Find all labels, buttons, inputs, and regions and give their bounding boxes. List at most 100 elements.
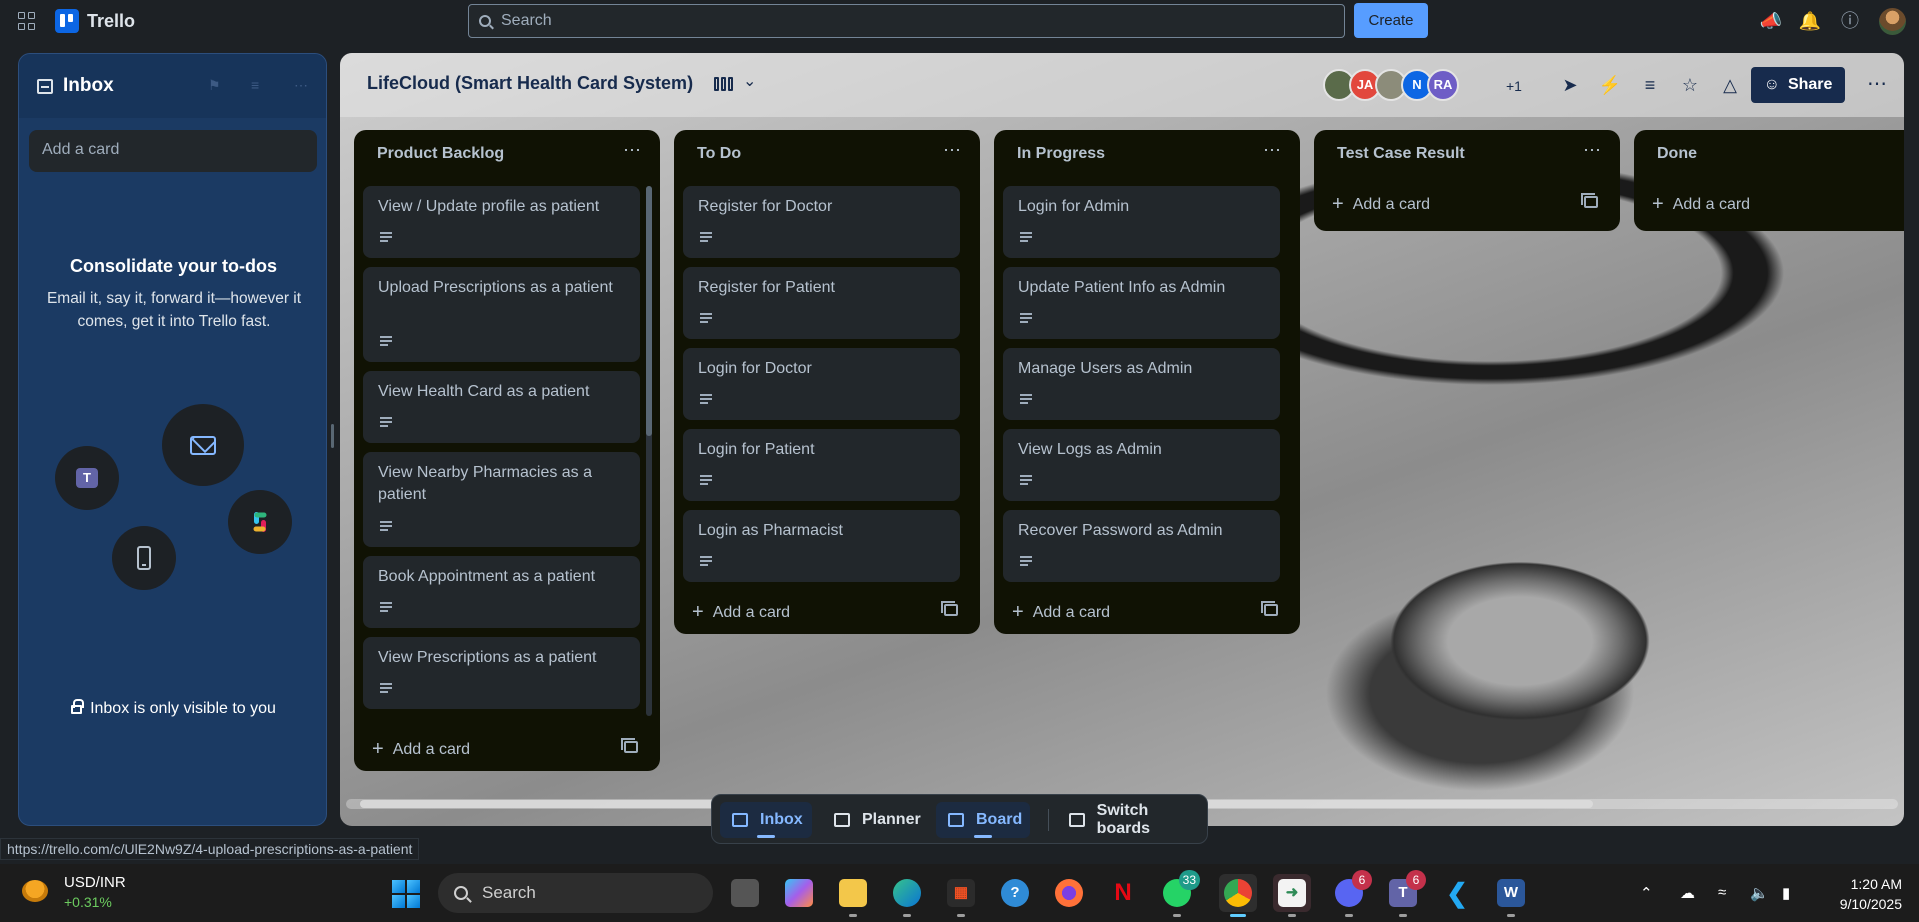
board-view-icon[interactable] [714, 77, 734, 91]
card[interactable]: View Health Card as a patient [363, 371, 640, 443]
card-title: Login for Admin [1018, 198, 1130, 215]
switcher-switch-boards[interactable]: Switch boards [1057, 802, 1203, 838]
list-title[interactable]: To Do [697, 145, 741, 163]
list-title[interactable]: In Progress [1017, 145, 1105, 163]
board-canvas: LifeCloud (Smart Health Card System) ⌄ J… [340, 53, 1904, 826]
members-overflow-count[interactable]: +1 [1506, 78, 1522, 94]
search-box[interactable] [468, 4, 1345, 38]
list-menu-icon[interactable]: ⋯ [623, 140, 642, 161]
card[interactable]: Book Appointment as a patient [363, 556, 640, 628]
add-card-button[interactable]: + Add a card [1332, 192, 1430, 215]
card-template-icon[interactable] [941, 601, 958, 616]
card[interactable]: View / Update profile as patient [363, 186, 640, 258]
word-icon[interactable]: W [1492, 874, 1530, 917]
add-card-button[interactable]: + Add a card [1652, 192, 1750, 215]
list-scrollbar[interactable] [646, 186, 652, 716]
card[interactable]: Login for Patient [683, 429, 960, 501]
list-title[interactable]: Test Case Result [1337, 145, 1465, 163]
card-template-icon[interactable] [621, 738, 638, 753]
chrome-icon[interactable] [1219, 874, 1257, 917]
member-avatar-ra[interactable]: RA [1427, 69, 1459, 101]
card-title: Upload Prescriptions as a patient [378, 279, 613, 296]
firefox-icon[interactable] [1050, 874, 1088, 912]
create-button[interactable]: Create [1354, 3, 1428, 38]
taskbar-search[interactable]: Search [438, 873, 713, 913]
volume-icon[interactable]: 🔈 [1750, 884, 1769, 902]
netflix-icon[interactable]: N [1104, 874, 1142, 912]
microsoft-store-icon[interactable]: ▦ [942, 874, 980, 917]
help-app-icon[interactable]: ? [996, 874, 1034, 912]
wifi-icon[interactable]: ≈ [1718, 884, 1726, 901]
visibility-icon[interactable]: △ [1718, 73, 1742, 97]
file-explorer-icon[interactable] [834, 874, 872, 917]
trello-logo[interactable]: Trello [55, 9, 135, 33]
card[interactable]: Recover Password as Admin [1003, 510, 1280, 582]
onedrive-icon[interactable]: ☁ [1680, 884, 1695, 902]
more-options-icon[interactable]: ⋯ [294, 78, 310, 92]
discord-icon[interactable]: 6 [1330, 870, 1372, 917]
clock[interactable]: 1:20 AM 9/10/2025 [1826, 874, 1902, 914]
list-menu-icon[interactable]: ⋯ [943, 140, 962, 161]
list-menu-icon[interactable]: ⋯ [1583, 140, 1602, 161]
feedback-icon[interactable]: ⚑ [208, 78, 224, 92]
card-template-icon[interactable] [1581, 193, 1598, 208]
teams-icon[interactable]: T6 [1384, 870, 1426, 917]
card[interactable]: Manage Users as Admin [1003, 348, 1280, 420]
panel-resize-handle[interactable] [331, 424, 334, 448]
card[interactable]: Login for Admin [1003, 186, 1280, 258]
task-view-icon[interactable] [726, 874, 764, 912]
edge-icon[interactable] [888, 874, 926, 917]
power-ups-rocket-icon[interactable]: ➤ [1558, 73, 1582, 97]
board-menu-icon[interactable]: ⋯ [1867, 71, 1888, 96]
account-avatar[interactable] [1879, 8, 1906, 35]
app-switcher-icon[interactable] [18, 12, 36, 30]
card[interactable]: Upload Prescriptions as a patient [363, 267, 640, 362]
card[interactable]: Register for Doctor [683, 186, 960, 258]
megaphone-icon[interactable]: 📣 [1759, 9, 1783, 33]
card-title: View / Update profile as patient [378, 198, 600, 215]
board-title[interactable]: LifeCloud (Smart Health Card System) [367, 73, 693, 94]
card-template-icon[interactable] [1261, 601, 1278, 616]
add-card-button[interactable]: + Add a card [372, 737, 470, 760]
card[interactable]: Login for Doctor [683, 348, 960, 420]
app-switch-icon[interactable]: ➜ [1273, 874, 1311, 917]
battery-icon[interactable]: ▮ [1782, 884, 1790, 902]
card-title: Login for Doctor [698, 360, 812, 377]
switcher-board[interactable]: Board [936, 802, 1030, 838]
add-card-button[interactable]: + Add a card [1012, 600, 1110, 623]
add-card-label: Add a card [1672, 196, 1751, 213]
share-button[interactable]: ☺ Share [1751, 67, 1845, 103]
chevron-down-icon[interactable]: ⌄ [743, 71, 756, 91]
inbox-add-card-input[interactable]: Add a card [29, 130, 317, 172]
tray-overflow-icon[interactable]: ⌃ [1640, 884, 1653, 902]
description-icon [700, 556, 712, 566]
card[interactable]: Register for Patient [683, 267, 960, 339]
notifications-bell-icon[interactable]: 🔔 [1798, 9, 1822, 33]
list-menu-icon[interactable]: ⋯ [1263, 140, 1282, 161]
inbox-promo-text: Email it, say it, forward it—however it … [46, 290, 302, 330]
list-title[interactable]: Product Backlog [377, 145, 504, 163]
vscode-icon[interactable]: ❮ [1438, 874, 1476, 912]
windows-start-icon[interactable] [392, 880, 420, 908]
list-title[interactable]: Done [1657, 145, 1697, 163]
automation-lightning-icon[interactable]: ⚡ [1598, 73, 1622, 97]
card[interactable]: View Logs as Admin [1003, 429, 1280, 501]
star-icon[interactable]: ☆ [1678, 73, 1702, 97]
card[interactable]: Login as Pharmacist [683, 510, 960, 582]
lock-icon [71, 699, 85, 714]
help-icon[interactable]: ⓘ [1838, 9, 1862, 33]
plus-icon: + [1332, 193, 1344, 215]
description-icon [380, 336, 392, 346]
filter-icon[interactable]: ≡ [1638, 73, 1662, 97]
search-input[interactable] [501, 12, 1301, 30]
card[interactable]: View Nearby Pharmacies as a patient [363, 452, 640, 547]
add-card-button[interactable]: + Add a card [692, 600, 790, 623]
filter-icon[interactable]: ≡ [251, 78, 267, 92]
switcher-inbox[interactable]: Inbox [720, 802, 812, 838]
card[interactable]: Update Patient Info as Admin [1003, 267, 1280, 339]
switcher-planner[interactable]: Planner [822, 802, 924, 838]
whatsapp-icon[interactable]: 33 [1158, 870, 1200, 917]
list-product-backlog: Product Backlog ⋯ View / Update profile … [354, 130, 660, 771]
card[interactable]: View Prescriptions as a patient [363, 637, 640, 709]
copilot-icon[interactable] [780, 874, 818, 912]
